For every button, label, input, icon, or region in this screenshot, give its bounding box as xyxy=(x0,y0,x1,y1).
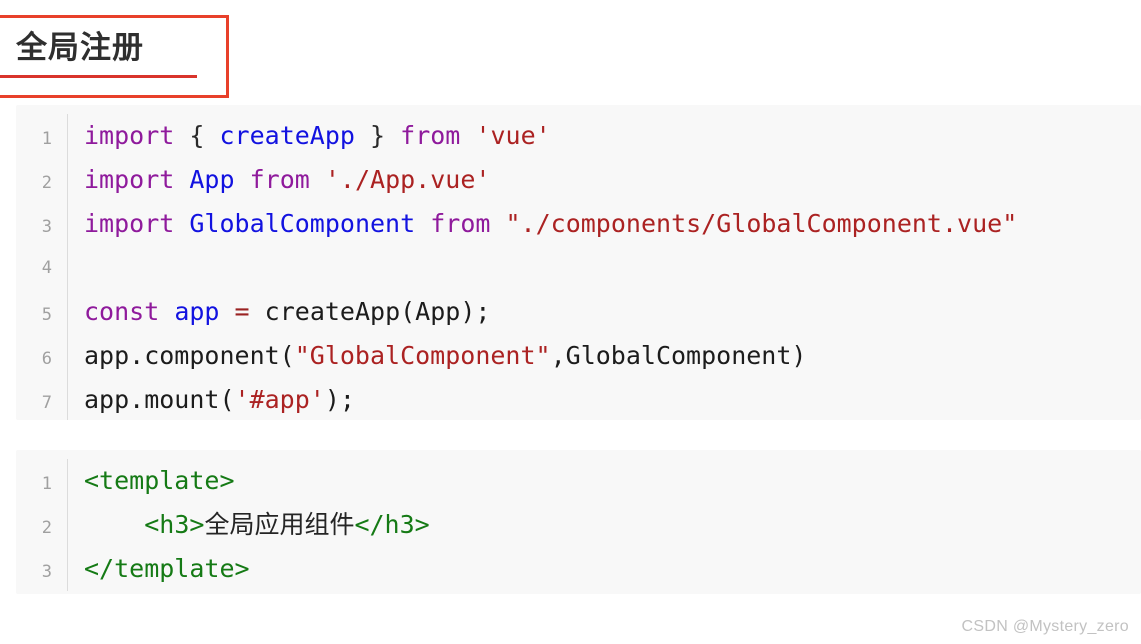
token-plain: ,GlobalComponent) xyxy=(550,341,807,370)
line-number: 4 xyxy=(41,258,52,278)
token-tag: </h3> xyxy=(354,510,430,539)
token-keyword: import xyxy=(84,209,175,238)
token-keyword: from xyxy=(249,165,310,194)
code-line: 2 <h3>全局应用组件</h3> xyxy=(16,503,1141,547)
code-text: app.component("GlobalComponent",GlobalCo… xyxy=(84,334,1141,378)
code-line: 3 </template> xyxy=(16,547,1141,591)
code-text: app.mount('#app'); xyxy=(84,378,1141,420)
code-line: 6 app.component("GlobalComponent",GlobalC… xyxy=(16,334,1141,378)
token-plain: app.component( xyxy=(84,341,295,370)
token-punct: { xyxy=(189,121,205,150)
code-line: 7 app.mount('#app'); xyxy=(16,378,1141,420)
title-underline xyxy=(0,75,197,78)
code-line: 4 xyxy=(16,246,1141,290)
token-punct: } xyxy=(370,121,386,150)
token-tag: <template> xyxy=(84,466,235,495)
csdn-watermark: CSDN @Mystery_zero xyxy=(961,618,1129,635)
gutter-divider xyxy=(67,334,84,378)
token-chinese: 全局应用组件 xyxy=(204,510,355,539)
token-string: "GlobalComponent" xyxy=(294,341,551,370)
code-text: <h3>全局应用组件</h3> xyxy=(84,503,1141,547)
line-number: 3 xyxy=(41,562,52,582)
code-line: 2 import App from './App.vue' xyxy=(16,158,1141,202)
token-keyword: import xyxy=(84,121,175,150)
code-line: 5 const app = createApp(App); xyxy=(16,290,1141,334)
token-identifier: app xyxy=(174,297,220,326)
line-number: 2 xyxy=(41,173,52,193)
gutter-divider xyxy=(67,290,84,334)
line-number: 7 xyxy=(41,393,52,413)
code-lines-main-js: 1 import { createApp } from 'vue' 2 import … xyxy=(16,105,1141,420)
gutter-divider xyxy=(67,114,84,158)
token-keyword: const xyxy=(84,297,160,326)
line-number: 6 xyxy=(41,349,52,369)
token-string: 'vue' xyxy=(475,121,551,150)
heading-section: 全局注册 xyxy=(0,0,1141,105)
code-text: const app = createApp(App); xyxy=(84,290,1141,334)
code-line: 1 <template> xyxy=(16,459,1141,503)
token-operator: = xyxy=(234,297,250,326)
token-identifier: GlobalComponent xyxy=(189,209,416,238)
token-tag: </template> xyxy=(84,554,250,583)
token-keyword: from xyxy=(400,121,461,150)
code-line: 3 import GlobalComponent from "./componen… xyxy=(16,202,1141,246)
line-number: 2 xyxy=(41,518,52,538)
code-text: import App from './App.vue' xyxy=(84,158,1141,202)
line-number: 1 xyxy=(41,129,52,149)
token-keyword: import xyxy=(84,165,175,194)
code-block-main-js[interactable]: 1 import { createApp } from 'vue' 2 import … xyxy=(16,105,1141,420)
token-identifier: App xyxy=(189,165,235,194)
gutter-divider xyxy=(67,503,84,547)
token-plain: app.mount( xyxy=(84,385,235,414)
gutter-divider xyxy=(67,158,84,202)
token-tag: <h3> xyxy=(144,510,205,539)
token-identifier: createApp xyxy=(219,121,355,150)
code-lines-global-component-vue: 1 <template> 2 <h3>全局应用组件</h3> 3 </template> xyxy=(16,450,1141,594)
gutter-divider xyxy=(67,459,84,503)
code-block-global-component-vue[interactable]: 1 <template> 2 <h3>全局应用组件</h3> 3 </template> xyxy=(16,450,1141,594)
token-plain: ); xyxy=(324,385,355,414)
code-text: <template> xyxy=(84,459,1141,503)
token-string: './App.vue' xyxy=(324,165,491,194)
token-keyword: from xyxy=(430,209,491,238)
line-number: 3 xyxy=(41,217,52,237)
code-line: 1 import { createApp } from 'vue' xyxy=(16,114,1141,158)
code-text: import GlobalComponent from "./component… xyxy=(84,202,1141,246)
line-number: 1 xyxy=(41,474,52,494)
token-string: '#app' xyxy=(234,385,325,414)
gutter-divider xyxy=(67,246,84,290)
gutter-divider xyxy=(67,547,84,591)
token-plain: createApp(App); xyxy=(264,297,491,326)
token-string: "./components/GlobalComponent.vue" xyxy=(505,209,1018,238)
gutter-divider xyxy=(67,378,84,420)
code-text: import { createApp } from 'vue' xyxy=(84,114,1141,158)
code-text: </template> xyxy=(84,547,1141,591)
line-number: 5 xyxy=(41,305,52,325)
gutter-divider xyxy=(67,202,84,246)
page-title: 全局注册 xyxy=(16,30,144,65)
